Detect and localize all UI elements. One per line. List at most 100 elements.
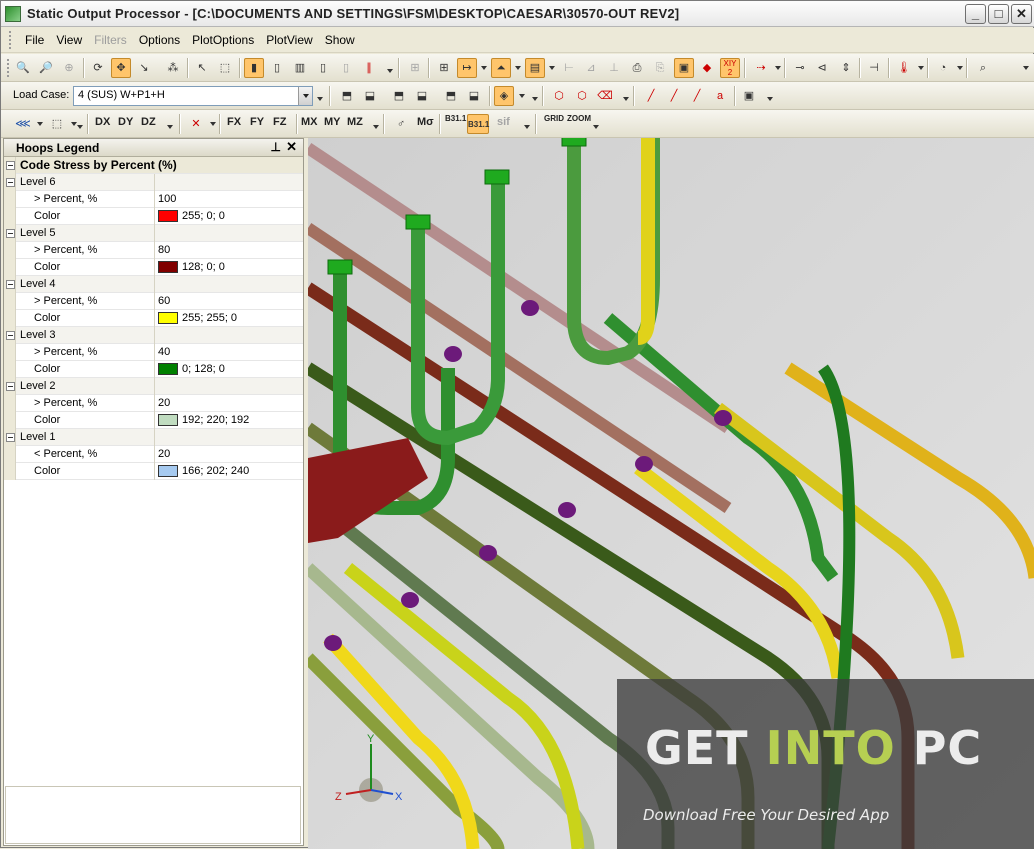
legend-level-row[interactable]: Level 1 bbox=[4, 428, 303, 446]
axis-xy-icon[interactable]: XIY 2 bbox=[720, 58, 740, 78]
chevron-down-icon[interactable] bbox=[519, 94, 525, 98]
render-wire-icon[interactable]: ▥ bbox=[290, 58, 310, 78]
node-icon[interactable]: ⊢ bbox=[559, 58, 579, 78]
draw-pipe-icon[interactable]: ╱ bbox=[687, 86, 707, 106]
color-value[interactable]: 166; 202; 240 bbox=[155, 463, 249, 479]
legend-category[interactable]: Code Stress by Percent (%) bbox=[4, 156, 303, 174]
chevron-down-icon[interactable] bbox=[298, 87, 312, 105]
label-icon[interactable]: a bbox=[710, 86, 730, 106]
color-swatch[interactable] bbox=[158, 210, 178, 222]
support-marker[interactable] bbox=[635, 456, 653, 472]
support-marker[interactable] bbox=[714, 410, 732, 426]
render-solid-icon[interactable]: ▮ bbox=[244, 58, 264, 78]
legend-percent-row[interactable]: < Percent, % 20 bbox=[4, 445, 303, 463]
support-marker[interactable] bbox=[479, 545, 497, 561]
color-value[interactable]: 255; 0; 0 bbox=[155, 208, 225, 224]
legend-color-row[interactable]: Color 255; 0; 0 bbox=[4, 207, 303, 225]
chevron-down-icon[interactable] bbox=[210, 122, 216, 126]
pipe-end-cap[interactable] bbox=[405, 214, 431, 230]
b311-stress-button[interactable]: B31.1 bbox=[445, 114, 466, 123]
color-swatch[interactable] bbox=[158, 414, 178, 426]
color-value[interactable]: 192; 220; 192 bbox=[155, 412, 249, 428]
legend-level-row[interactable]: Level 6 bbox=[4, 173, 303, 191]
support-marker[interactable] bbox=[521, 300, 539, 316]
percent-value[interactable]: 60 bbox=[155, 293, 170, 309]
gauge-icon[interactable]: ◔ bbox=[933, 58, 953, 78]
percent-value[interactable]: 100 bbox=[155, 191, 176, 207]
copy-icon[interactable]: ⎘ bbox=[650, 58, 670, 78]
minimize-button[interactable]: _ bbox=[965, 4, 986, 24]
temperature-icon[interactable]: 🌡 bbox=[894, 58, 914, 78]
view-front-icon[interactable]: ⬓ bbox=[360, 86, 380, 106]
view-left-icon[interactable]: ⬓ bbox=[464, 86, 484, 106]
percent-value[interactable]: 40 bbox=[155, 344, 170, 360]
legend-percent-row[interactable]: > Percent, % 40 bbox=[4, 343, 303, 361]
color-swatch[interactable] bbox=[158, 363, 178, 375]
support-marker[interactable] bbox=[558, 502, 576, 518]
legend-color-row[interactable]: Color 255; 255; 0 bbox=[4, 309, 303, 327]
close-button[interactable]: ✕ bbox=[1011, 4, 1032, 24]
chevron-down-icon[interactable] bbox=[623, 97, 629, 101]
chevron-down-icon[interactable] bbox=[37, 122, 43, 126]
chevron-down-icon[interactable] bbox=[549, 66, 555, 70]
b311-code-button[interactable]: B31.1 bbox=[467, 114, 489, 134]
maximize-button[interactable]: □ bbox=[988, 4, 1009, 24]
orbit-icon[interactable]: ⁂ bbox=[163, 58, 183, 78]
legend-level-row[interactable]: Level 5 bbox=[4, 224, 303, 242]
m-sigma-button[interactable]: Mσ bbox=[417, 116, 434, 128]
pin-icon[interactable]: ⊥ bbox=[271, 140, 281, 154]
legend-color-row[interactable]: Color 192; 220; 192 bbox=[4, 411, 303, 429]
show-supports-icon[interactable]: ⬡ bbox=[549, 86, 569, 106]
chevron-down-icon[interactable] bbox=[532, 97, 538, 101]
chevron-down-icon[interactable] bbox=[767, 97, 773, 101]
legend-percent-row[interactable]: > Percent, % 60 bbox=[4, 292, 303, 310]
dx-button[interactable]: DX bbox=[95, 116, 110, 128]
render-hidden-icon[interactable]: ▯ bbox=[313, 58, 333, 78]
pan-icon[interactable]: ✥ bbox=[111, 58, 131, 78]
legend-color-row[interactable]: Color 0; 128; 0 bbox=[4, 360, 303, 378]
chevron-down-icon[interactable] bbox=[524, 125, 530, 129]
results-icon[interactable]: ⋘ bbox=[13, 114, 33, 134]
color-swatch[interactable] bbox=[158, 312, 178, 324]
my-button[interactable]: MY bbox=[324, 116, 341, 128]
print-icon[interactable]: ⎙ bbox=[627, 58, 647, 78]
restraint-icon[interactable]: ⊥ bbox=[604, 58, 624, 78]
support-marker[interactable] bbox=[401, 592, 419, 608]
zoom-window-icon[interactable]: 🔎 bbox=[36, 58, 56, 78]
grid-view-icon[interactable]: ⊞ bbox=[405, 58, 425, 78]
color-swatch[interactable] bbox=[158, 465, 178, 477]
chevron-down-icon[interactable] bbox=[373, 125, 379, 129]
legend-header[interactable]: Hoops Legend ⊥ ✕ bbox=[4, 139, 303, 157]
view-top-icon[interactable]: ⬓ bbox=[412, 86, 432, 106]
chevron-down-icon[interactable] bbox=[481, 66, 487, 70]
chevron-down-icon[interactable] bbox=[593, 125, 599, 129]
view-bottom-icon[interactable]: ⬒ bbox=[441, 86, 461, 106]
view-right-icon[interactable]: ◈ bbox=[494, 86, 514, 106]
stress-icon[interactable]: ◆ bbox=[697, 58, 717, 78]
legend-color-row[interactable]: Color 166; 202; 240 bbox=[4, 462, 303, 480]
dimension-icon[interactable]: ↦ bbox=[457, 58, 477, 78]
zoom-extents-icon[interactable]: ⊕ bbox=[59, 58, 79, 78]
dz-button[interactable]: DZ bbox=[141, 116, 156, 128]
collapse-icon[interactable] bbox=[4, 156, 16, 174]
support-marker[interactable] bbox=[324, 635, 342, 651]
render-shaded-icon[interactable]: ▯ bbox=[267, 58, 287, 78]
pipe-end-cap[interactable] bbox=[561, 138, 587, 147]
chevron-down-icon[interactable] bbox=[918, 66, 924, 70]
percent-value[interactable]: 20 bbox=[155, 395, 170, 411]
zoom-button[interactable]: ZOOM bbox=[567, 114, 591, 123]
menu-plotoptions[interactable]: PlotOptions bbox=[186, 33, 260, 47]
sif-button[interactable]: sif bbox=[497, 116, 510, 128]
menu-filters[interactable]: Filters bbox=[88, 33, 133, 47]
toolbar-grip[interactable] bbox=[7, 59, 11, 77]
collapse-icon[interactable] bbox=[4, 173, 16, 191]
view-iso-icon[interactable]: ⬒ bbox=[337, 86, 357, 106]
legend-level-row[interactable]: Level 4 bbox=[4, 275, 303, 293]
menu-show[interactable]: Show bbox=[319, 33, 361, 47]
chevron-down-icon[interactable] bbox=[167, 125, 173, 129]
collapse-icon[interactable] bbox=[4, 428, 16, 446]
annotate-icon[interactable]: ▤ bbox=[525, 58, 545, 78]
show-eraser-icon[interactable]: ⌫ bbox=[595, 86, 615, 106]
support-marker[interactable] bbox=[444, 346, 462, 362]
view-back-icon[interactable]: ⬒ bbox=[389, 86, 409, 106]
